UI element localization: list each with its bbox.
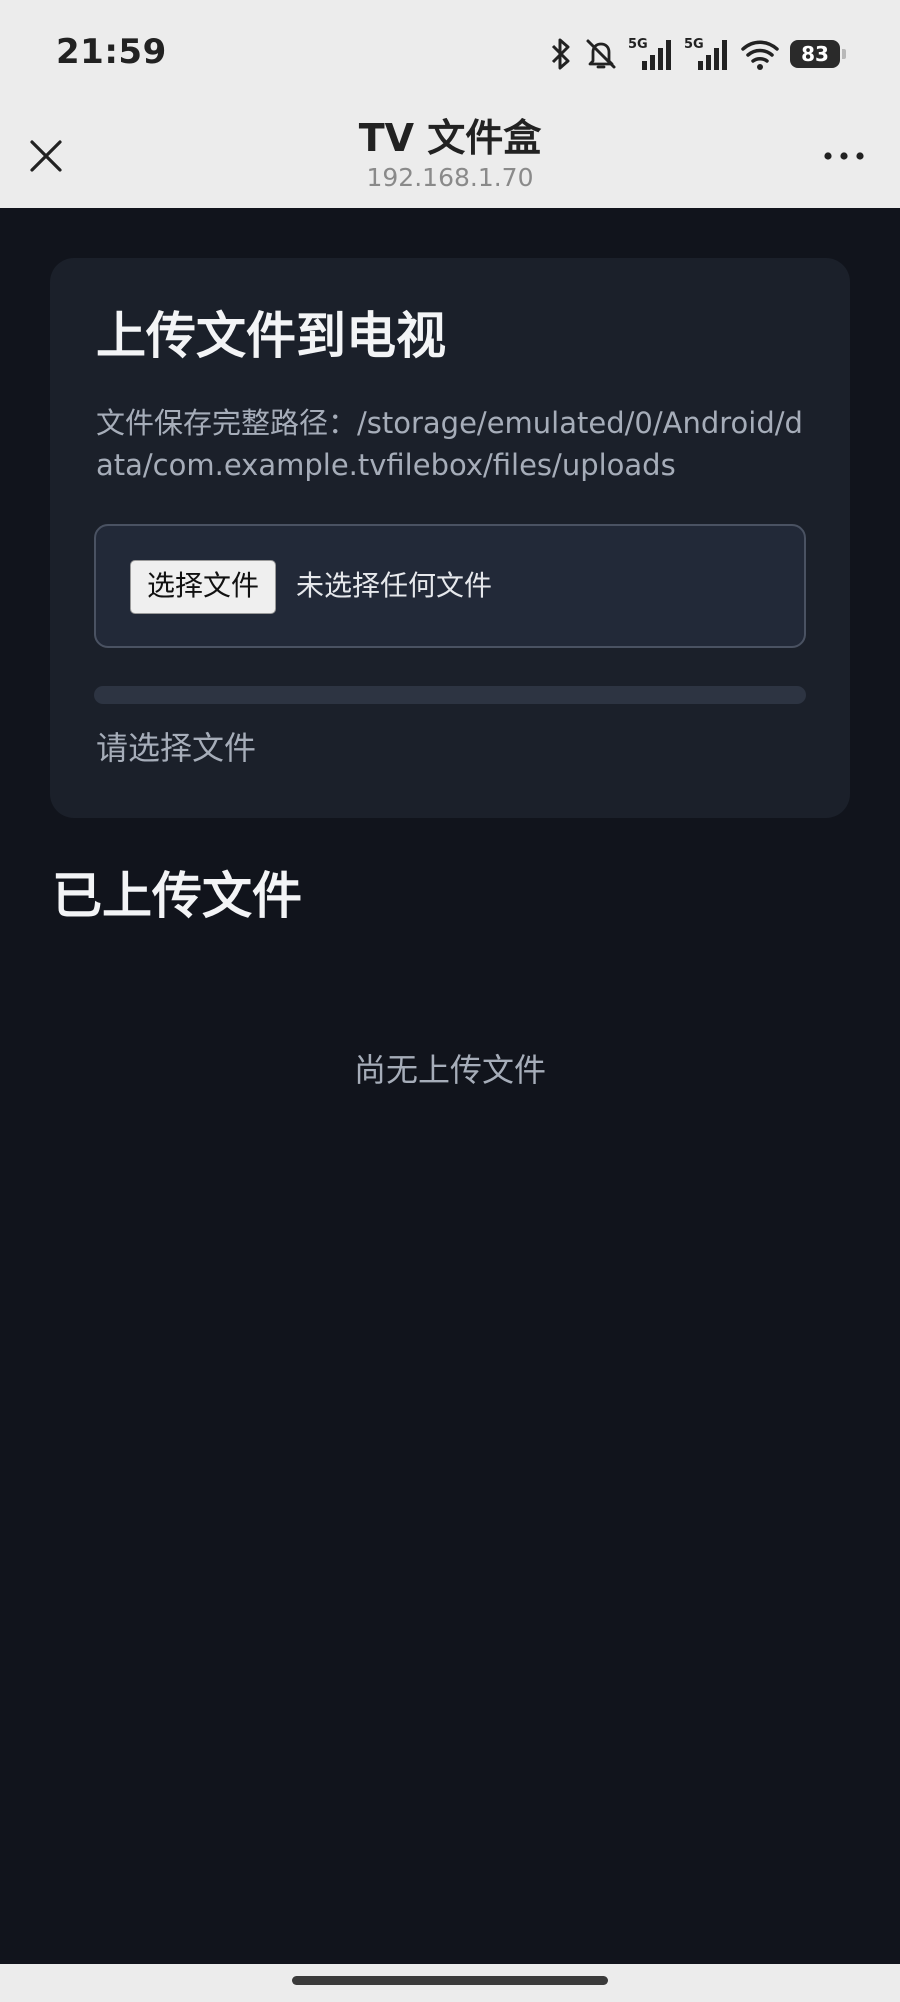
home-indicator[interactable] [292, 1976, 608, 1985]
page-subtitle: 192.168.1.70 [366, 163, 534, 192]
battery-level: 83 [801, 42, 829, 66]
title-bar: TV 文件盒 192.168.1.70 [0, 108, 900, 208]
status-time: 21:59 [56, 32, 167, 72]
close-button[interactable] [24, 134, 68, 178]
battery-tip [842, 49, 846, 59]
signal-5g-icon: 5G [684, 37, 727, 70]
no-file-selected-text: 未选择任何文件 [296, 569, 493, 602]
upload-progress-bar [94, 686, 806, 704]
wifi-icon [741, 40, 779, 70]
empty-list-text: 尚无上传文件 [353, 1051, 546, 1089]
signal-5g-icon: 5G [628, 37, 671, 70]
status-bar: 21:59 5G 5G 83 [0, 0, 900, 108]
svg-text:5G: 5G [628, 37, 648, 52]
battery-icon: 83 [790, 40, 846, 68]
title-center: TV 文件盒 192.168.1.70 [200, 114, 700, 194]
file-input-box[interactable]: 选择文件 未选择任何文件 [94, 524, 806, 648]
upload-card: 上传文件到电视 文件保存完整路径：/storage/emulated/0/And… [50, 258, 850, 818]
navigation-bar [0, 1964, 900, 2002]
mute-bell-icon [586, 39, 616, 69]
choose-file-button[interactable]: 选择文件 [130, 560, 277, 614]
more-button[interactable] [816, 136, 872, 176]
upload-status-text: 请选择文件 [96, 729, 257, 767]
page-title: TV 文件盒 [358, 116, 542, 160]
status-icons: 5G 5G 83 [548, 34, 846, 74]
close-icon [30, 140, 62, 172]
svg-text:5G: 5G [684, 37, 704, 52]
more-horizontal-icon [824, 152, 864, 160]
save-path-text: 文件保存完整路径：/storage/emulated/0/Android/dat… [96, 406, 803, 482]
uploaded-files-title: 已上传文件 [52, 867, 302, 925]
bluetooth-icon [551, 38, 570, 70]
upload-card-title: 上传文件到电视 [96, 307, 446, 365]
